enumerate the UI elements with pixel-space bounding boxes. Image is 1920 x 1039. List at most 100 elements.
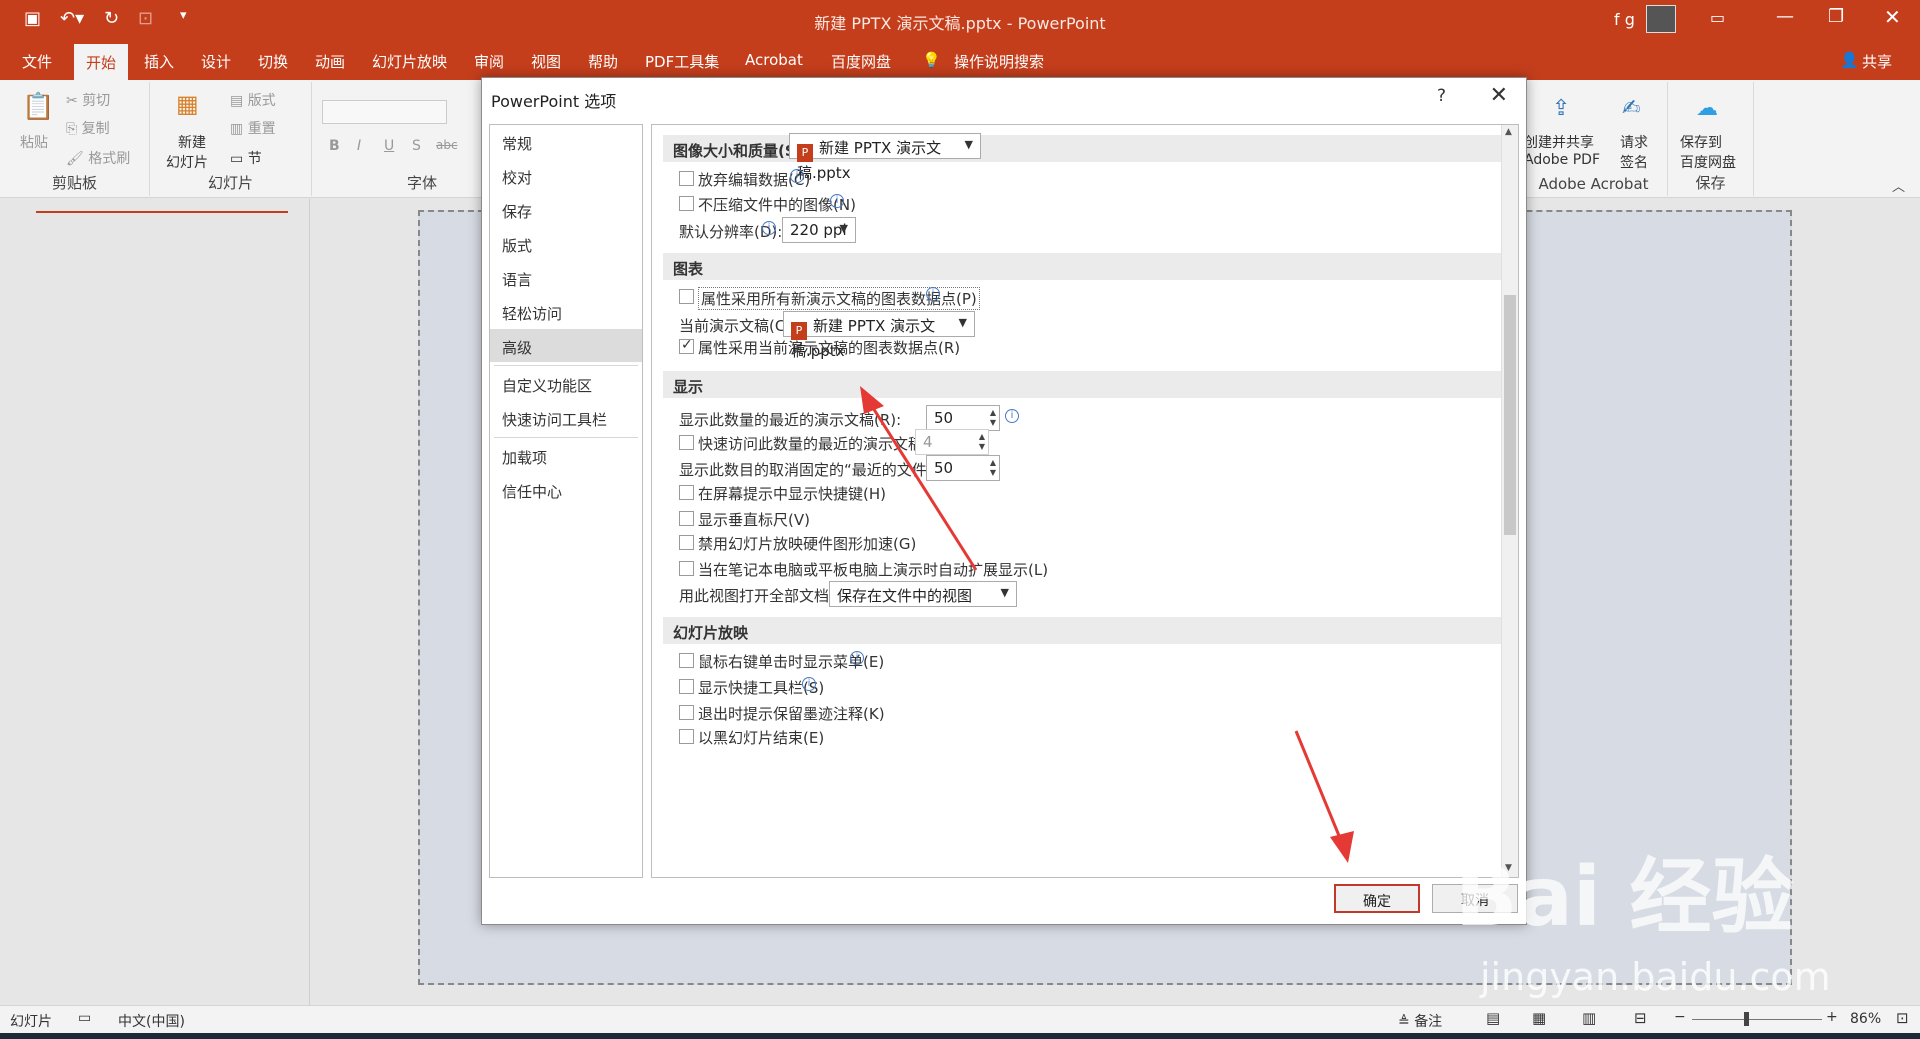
zoom-level[interactable]: 86% xyxy=(1850,1011,1881,1027)
tab-transitions[interactable]: 切换 xyxy=(258,51,288,72)
nav-layout[interactable]: 版式 xyxy=(490,227,642,260)
new-slide-label[interactable]: 幻灯片 xyxy=(166,152,208,172)
thumbnail-pane[interactable] xyxy=(0,199,310,1005)
image-file-select[interactable]: P 新建 PPTX 演示文稿.pptx ▼ xyxy=(789,133,981,182)
tab-pdf-tools[interactable]: PDF工具集 xyxy=(645,51,719,72)
popup-toolbar-checkbox[interactable] xyxy=(679,679,694,694)
tab-file[interactable]: 文件 xyxy=(22,51,52,72)
nav-addins[interactable]: 加载项 xyxy=(490,439,642,472)
tab-help[interactable]: 帮助 xyxy=(588,51,618,72)
current-presentation-select[interactable]: P 新建 PPTX 演示文稿.pptx ▼ xyxy=(783,311,975,360)
tab-view[interactable]: 视图 xyxy=(531,51,561,72)
request-signature-icon[interactable]: ✍ xyxy=(1622,96,1640,121)
request-signature-button[interactable]: 请求 xyxy=(1620,132,1648,152)
current-chart-checkbox[interactable] xyxy=(679,337,694,354)
shadow-button[interactable]: S xyxy=(412,138,421,154)
create-pdf-button[interactable]: 创建并共享 xyxy=(1524,132,1594,152)
tab-home[interactable]: 开始 xyxy=(74,44,129,80)
tab-slideshow[interactable]: 幻灯片放映 xyxy=(372,51,447,72)
close-window-icon[interactable]: ✕ xyxy=(1884,5,1901,29)
content-scrollbar[interactable]: ▲ ▼ xyxy=(1501,125,1518,877)
tab-insert[interactable]: 插入 xyxy=(144,51,174,72)
underline-button[interactable]: U xyxy=(384,138,394,154)
reading-view-icon[interactable]: ▥ xyxy=(1582,1009,1596,1027)
paste-icon[interactable]: 📋 xyxy=(22,92,54,122)
tab-review[interactable]: 审阅 xyxy=(474,51,504,72)
font-name-box[interactable] xyxy=(322,100,447,124)
resolution-select[interactable]: 220 ppi ▼ xyxy=(782,217,856,243)
spin-up-icon[interactable]: ▲ xyxy=(990,408,996,417)
slideshow-view-icon[interactable]: ⊟ xyxy=(1634,1009,1647,1027)
nav-trust-center[interactable]: 信任中心 xyxy=(490,473,642,506)
zoom-in-icon[interactable]: + xyxy=(1826,1009,1838,1025)
tab-animations[interactable]: 动画 xyxy=(315,51,345,72)
minimize-icon[interactable]: — xyxy=(1776,6,1794,27)
notes-view-icon[interactable]: ▭ xyxy=(78,1010,91,1026)
open-view-select[interactable]: 保存在文件中的视图 ▼ xyxy=(829,581,1017,607)
new-slide-button[interactable]: 新建 xyxy=(178,132,206,152)
collapse-ribbon-icon[interactable]: ︿ xyxy=(1892,176,1905,195)
zoom-out-icon[interactable]: − xyxy=(1674,1009,1686,1025)
fit-to-window-icon[interactable]: ⊡ xyxy=(1896,1009,1909,1027)
scrollbar-thumb[interactable] xyxy=(1504,295,1516,535)
bold-button[interactable]: B xyxy=(329,138,340,154)
reset-button[interactable]: ▥ 重置 xyxy=(230,118,276,138)
save-to-baidu-label[interactable]: 百度网盘 xyxy=(1680,152,1736,172)
nav-general[interactable]: 常规 xyxy=(490,125,642,158)
new-slide-icon[interactable]: ▦ xyxy=(176,90,199,118)
nav-save[interactable]: 保存 xyxy=(490,193,642,226)
slide-sorter-icon[interactable]: ▦ xyxy=(1532,1009,1546,1027)
nav-language[interactable]: 语言 xyxy=(490,261,642,294)
create-pdf-label[interactable]: Adobe PDF xyxy=(1524,152,1600,168)
zoom-slider-thumb[interactable] xyxy=(1744,1012,1749,1026)
notes-button[interactable]: ≜ 备注 xyxy=(1398,1011,1442,1031)
baidu-cloud-icon[interactable]: ☁ xyxy=(1696,96,1718,121)
save-to-baidu-button[interactable]: 保存到 xyxy=(1680,132,1722,152)
nav-advanced[interactable]: 高级 xyxy=(490,329,642,362)
create-pdf-icon[interactable]: ⇪ xyxy=(1552,96,1570,121)
share-button[interactable]: 共享 xyxy=(1862,51,1892,72)
help-button[interactable]: ? xyxy=(1437,86,1446,106)
tab-baidu-netdisk[interactable]: 百度网盘 xyxy=(831,51,891,72)
quick-access-checkbox[interactable] xyxy=(679,435,694,450)
hw-acceleration-checkbox[interactable] xyxy=(679,535,694,550)
cut-button[interactable]: ✂ 剪切 xyxy=(66,90,110,110)
keep-ink-checkbox[interactable] xyxy=(679,705,694,720)
vertical-ruler-checkbox[interactable] xyxy=(679,511,694,526)
discard-editing-checkbox[interactable] xyxy=(679,171,694,186)
nav-proofing[interactable]: 校对 xyxy=(490,159,642,192)
no-compress-checkbox[interactable] xyxy=(679,196,694,211)
auto-extend-checkbox[interactable] xyxy=(679,561,694,576)
restore-icon[interactable]: ❐ xyxy=(1828,6,1844,27)
end-black-slide-checkbox[interactable] xyxy=(679,729,694,744)
format-painter-button[interactable]: 🖌 格式刷 xyxy=(66,148,130,168)
layout-button[interactable]: ▤ 版式 xyxy=(230,90,276,110)
ok-button[interactable]: 确定 xyxy=(1334,884,1420,913)
scroll-up-icon[interactable]: ▲ xyxy=(1505,127,1512,137)
nav-quick-access-toolbar[interactable]: 快速访问工具栏 xyxy=(490,401,642,434)
tell-me-search[interactable]: 操作说明搜索 xyxy=(954,51,1044,72)
nav-accessibility[interactable]: 轻松访问 xyxy=(490,295,642,328)
zoom-slider[interactable] xyxy=(1692,1019,1822,1020)
avatar[interactable] xyxy=(1646,5,1676,33)
close-dialog-button[interactable]: ✕ xyxy=(1490,83,1508,108)
request-signature-label[interactable]: 签名 xyxy=(1620,152,1648,172)
tab-acrobat[interactable]: Acrobat xyxy=(745,51,803,69)
copy-button[interactable]: ⎘ 复制 xyxy=(66,118,110,138)
normal-view-icon[interactable]: ▤ xyxy=(1486,1009,1500,1027)
right-click-menu-checkbox[interactable] xyxy=(679,653,694,668)
italic-button[interactable]: I xyxy=(357,138,361,154)
nav-customize-ribbon[interactable]: 自定义功能区 xyxy=(490,367,642,400)
spin-down-icon[interactable]: ▼ xyxy=(990,418,996,427)
ribbon-display-icon[interactable]: ▭ xyxy=(1710,8,1725,27)
end-black-slide-label: 以黑幻灯片结束(E) xyxy=(698,729,825,747)
shortcut-keys-checkbox[interactable] xyxy=(679,485,694,500)
paste-button[interactable]: 粘贴 xyxy=(20,132,48,152)
all-new-chart-checkbox[interactable] xyxy=(679,289,694,304)
tab-design[interactable]: 设计 xyxy=(201,51,231,72)
spin-down-icon[interactable]: ▼ xyxy=(990,468,996,477)
language-indicator[interactable]: 中文(中国) xyxy=(118,1011,185,1031)
strikethrough-button[interactable]: abc xyxy=(436,138,458,152)
spin-up-icon[interactable]: ▲ xyxy=(990,458,996,467)
section-button[interactable]: ▭ 节 xyxy=(230,148,262,168)
